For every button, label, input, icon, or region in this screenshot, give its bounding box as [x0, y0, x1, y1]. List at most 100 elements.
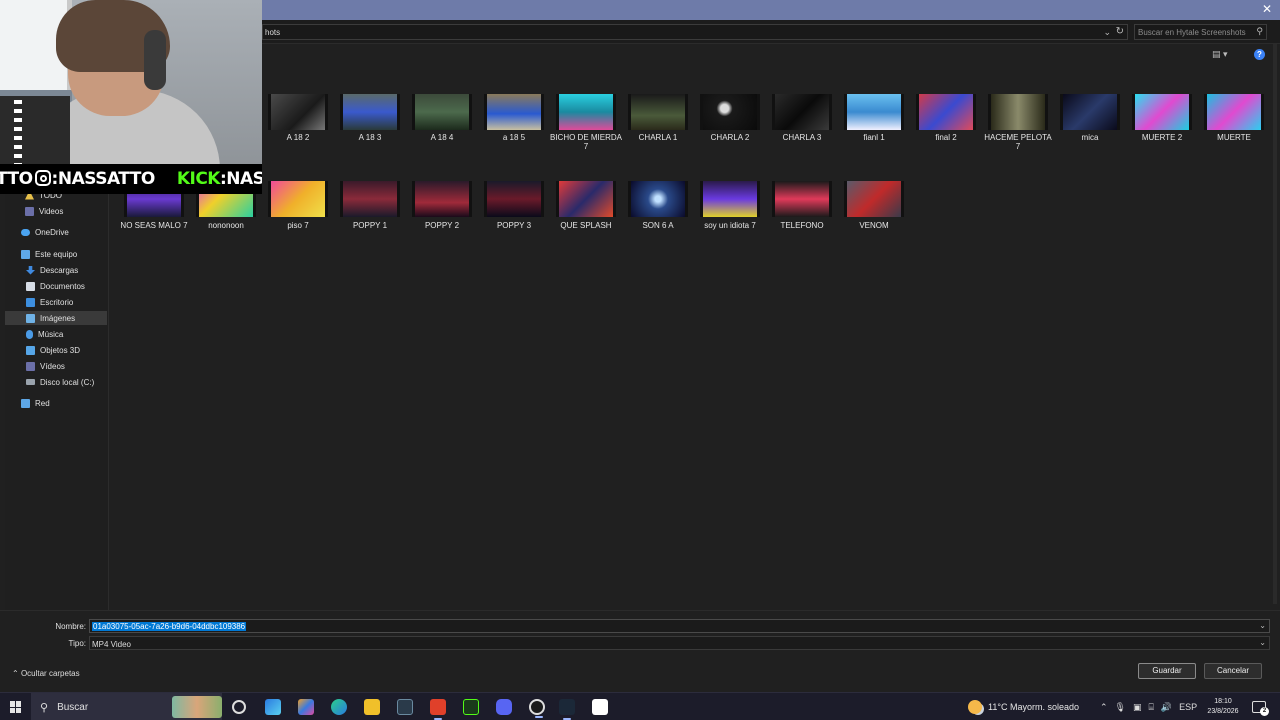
start-button[interactable] [10, 701, 22, 713]
file-name: NO SEAS MALO 7 [120, 221, 188, 230]
document-icon [26, 281, 35, 291]
file-item[interactable]: piso 7 [262, 66, 334, 230]
hide-folders-toggle[interactable]: ⌃ Ocultar carpetas [12, 669, 80, 678]
video-thumbnail [556, 181, 616, 217]
social-banner: TTO:NASSATTO KICK:NASSATT [0, 164, 262, 194]
network-icon[interactable]: ⌸ [1149, 702, 1154, 713]
store-icon[interactable] [397, 699, 413, 715]
nav-item-disco-local[interactable]: Disco local (C:) [26, 375, 107, 389]
file-item[interactable]: QUE SPLASH [550, 66, 622, 230]
save-button[interactable]: Guardar [1138, 663, 1196, 679]
nav-item-musica[interactable]: Música [26, 327, 107, 341]
video-thumbnail [916, 94, 976, 130]
cube-icon [26, 345, 35, 355]
nav-item-label: Descargas [40, 265, 79, 275]
file-item[interactable]: final 2 [910, 66, 982, 142]
file-type-select[interactable]: MP4 Video ⌄ [89, 636, 1270, 650]
steam-icon[interactable] [559, 699, 575, 720]
address-bar[interactable]: hots ⌄ ↻ [262, 24, 1128, 40]
nav-item-videos-2[interactable]: Vídeos [26, 359, 107, 373]
vertical-scrollbar[interactable] [1273, 44, 1277, 604]
file-name: final 2 [935, 133, 957, 142]
taskbar-search-label: Buscar [57, 701, 89, 713]
clock-date: 23/8/2026 [1207, 708, 1239, 715]
volume-icon[interactable]: 🔊 [1161, 702, 1172, 713]
chevron-down-icon[interactable]: ⌄ [1259, 621, 1266, 630]
file-name-input[interactable]: 01a03075-05ac-7a26-b9d6-04ddbc109386 [92, 622, 247, 631]
video-thumbnail [1060, 94, 1120, 130]
file-item[interactable]: SON 6 A [622, 66, 694, 230]
name-label: Nombre: [55, 622, 86, 631]
nav-item-este-equipo[interactable]: Este equipo [21, 247, 107, 261]
copilot-icon[interactable] [298, 699, 314, 715]
file-item[interactable]: VENOM [838, 66, 910, 230]
refresh-icon[interactable]: ↻ [1116, 26, 1124, 37]
nav-item-onedrive[interactable]: OneDrive [21, 225, 107, 239]
video-thumbnail [484, 181, 544, 217]
close-icon[interactable]: ✕ [1262, 3, 1272, 15]
search-input[interactable]: Buscar en Hytale Screenshots [1138, 28, 1246, 37]
file-name: MUERTE 2 [1141, 133, 1183, 142]
file-item[interactable]: mica [1054, 66, 1126, 142]
video-thumbnail [628, 181, 688, 217]
file-item[interactable]: MUERTE 2 [1126, 66, 1198, 142]
download-icon [26, 265, 35, 275]
nav-item-imagenes[interactable]: Imágenes [5, 311, 107, 325]
edge-icon[interactable] [331, 699, 347, 715]
obs-icon[interactable] [529, 699, 545, 718]
file-item[interactable]: soy un idiota 7 [694, 66, 766, 230]
file-item[interactable]: POPPY 1 [334, 66, 406, 230]
file-explorer-icon[interactable] [364, 699, 380, 715]
instagram-name: :NASSATTO [51, 169, 156, 189]
discord-icon[interactable] [496, 699, 512, 715]
view-options-button[interactable]: ▤ ▾ [1212, 49, 1238, 61]
screen-icon[interactable]: ▣ [1133, 702, 1142, 713]
partly-sunny-icon [968, 700, 982, 714]
browser-icon[interactable] [265, 699, 281, 715]
chevron-up-icon[interactable]: ⌃ [1100, 702, 1108, 713]
file-item[interactable]: POPPY 2 [406, 66, 478, 230]
help-icon[interactable]: ? [1254, 49, 1265, 60]
nav-item-label: Imágenes [40, 313, 76, 323]
taskbar-search[interactable]: ⚲ Buscar [31, 693, 222, 720]
kick-app-icon[interactable] [463, 699, 479, 715]
chevron-down-icon[interactable]: ⌄ [1103, 27, 1111, 38]
file-item[interactable]: TELEFONO [766, 66, 838, 230]
language-indicator[interactable]: ESP [1179, 702, 1197, 712]
file-name: MUERTE [1217, 133, 1251, 142]
file-name-field[interactable]: 01a03075-05ac-7a26-b9d6-04ddbc109386 ⌄ [89, 619, 1270, 633]
search-icon: ⚲ [1256, 26, 1263, 36]
address-path: hots [265, 28, 281, 37]
video-thumbnail [340, 181, 400, 217]
capcut-icon[interactable] [592, 699, 608, 715]
nav-item-escritorio[interactable]: Escritorio [26, 295, 107, 309]
webcam-stripes [14, 100, 22, 170]
search-highlight-image [172, 696, 222, 718]
nav-item-label: Este equipo [35, 249, 78, 259]
windows-logo-icon [10, 701, 15, 707]
nav-item-objetos-3d[interactable]: Objetos 3D [26, 343, 107, 357]
nav-item-red[interactable]: Red [21, 396, 107, 410]
computer-icon [21, 249, 30, 259]
music-icon [26, 329, 33, 339]
file-item[interactable]: POPPY 3 [478, 66, 550, 230]
nav-item-videos[interactable]: Videos [25, 204, 107, 218]
task-view-icon[interactable] [232, 700, 246, 714]
search-field[interactable]: Buscar en Hytale Screenshots ⚲ [1134, 24, 1267, 40]
file-item[interactable]: HACEME PELOTA 7 [982, 66, 1054, 151]
notification-icon[interactable]: 2 [1252, 701, 1269, 716]
nav-item-label: Escritorio [40, 297, 74, 307]
brave-icon[interactable] [430, 699, 446, 720]
nav-item-label: Vídeos [40, 361, 65, 371]
chevron-down-icon[interactable]: ⌄ [1259, 638, 1266, 647]
microphone-icon[interactable]: 🎙 [1115, 702, 1126, 713]
clock[interactable]: 18:10 23/8/2026 [1202, 697, 1244, 717]
nav-item-documentos[interactable]: Documentos [26, 279, 107, 293]
weather-widget[interactable]: 11°C Mayorm. soleado [968, 693, 1079, 720]
nav-item-descargas[interactable]: Descargas [26, 263, 107, 277]
windows-logo-icon [16, 701, 21, 707]
file-item[interactable]: MUERTE [1198, 66, 1270, 142]
cancel-button[interactable]: Cancelar [1204, 663, 1262, 679]
file-name: VENOM [859, 221, 889, 230]
instagram-prefix: TTO [0, 169, 33, 189]
